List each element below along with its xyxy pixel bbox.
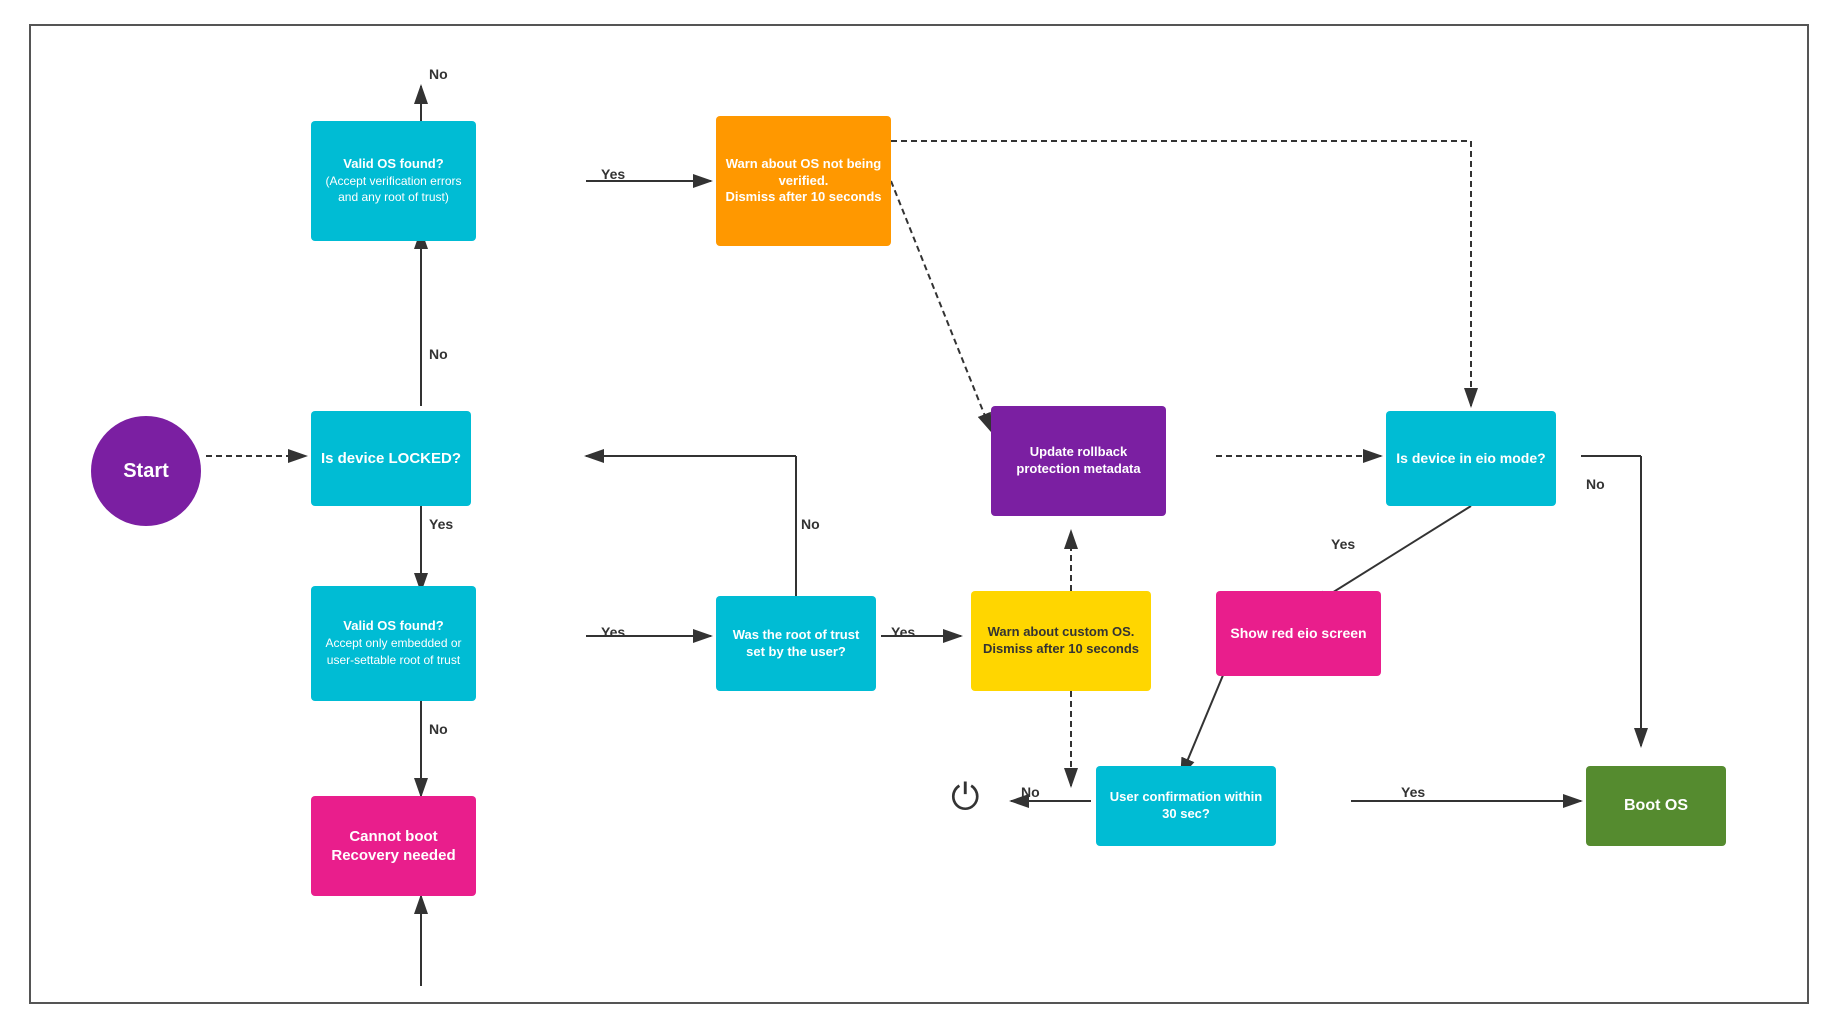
power-icon: ⏻ <box>951 776 979 819</box>
device-eio-mode-node: Is device in eio mode? <box>1386 411 1556 506</box>
yes-label-valid-locked: Yes <box>601 624 625 640</box>
no-label-valid-unlocked-top: No <box>429 66 448 82</box>
cannot-boot-node: Cannot bootRecovery needed <box>311 796 476 896</box>
valid-os-locked-node: Valid OS found?Accept only embedded or u… <box>311 586 476 701</box>
warn-custom-os-node: Warn about custom OS.Dismiss after 10 se… <box>971 591 1151 691</box>
no-label-valid-locked-down: No <box>429 721 448 737</box>
root-of-trust-node: Was the root of trust set by the user? <box>716 596 876 691</box>
yes-label-device-locked-down: Yes <box>429 516 453 532</box>
show-red-eio-node: Show red eio screen <box>1216 591 1381 676</box>
device-locked-node: Is device LOCKED? <box>311 411 471 506</box>
user-confirmation-node: User confirmation within 30 sec? <box>1096 766 1276 846</box>
no-label-eio-mode: No <box>1586 476 1605 492</box>
yes-label-user-confirmation: Yes <box>1401 784 1425 800</box>
valid-os-unlocked-node: Valid OS found?(Accept verification erro… <box>311 121 476 241</box>
yes-label-eio-mode: Yes <box>1331 536 1355 552</box>
no-label-user-confirmation: No <box>1021 784 1040 800</box>
boot-os-node: Boot OS <box>1586 766 1726 846</box>
no-label-device-locked-up: No <box>429 346 448 362</box>
warn-os-not-verified-node: Warn about OS not being verified.Dismiss… <box>716 116 891 246</box>
arrows-svg <box>31 26 1807 1002</box>
start-node: Start <box>91 416 201 526</box>
flowchart-container: Start Is device LOCKED? Valid OS found?(… <box>29 24 1809 1004</box>
yes-label-root-trust: Yes <box>891 624 915 640</box>
update-rollback-node: Update rollback protection metadata <box>991 406 1166 516</box>
no-label-root-trust: No <box>801 516 820 532</box>
yes-label-valid-unlocked: Yes <box>601 166 625 182</box>
